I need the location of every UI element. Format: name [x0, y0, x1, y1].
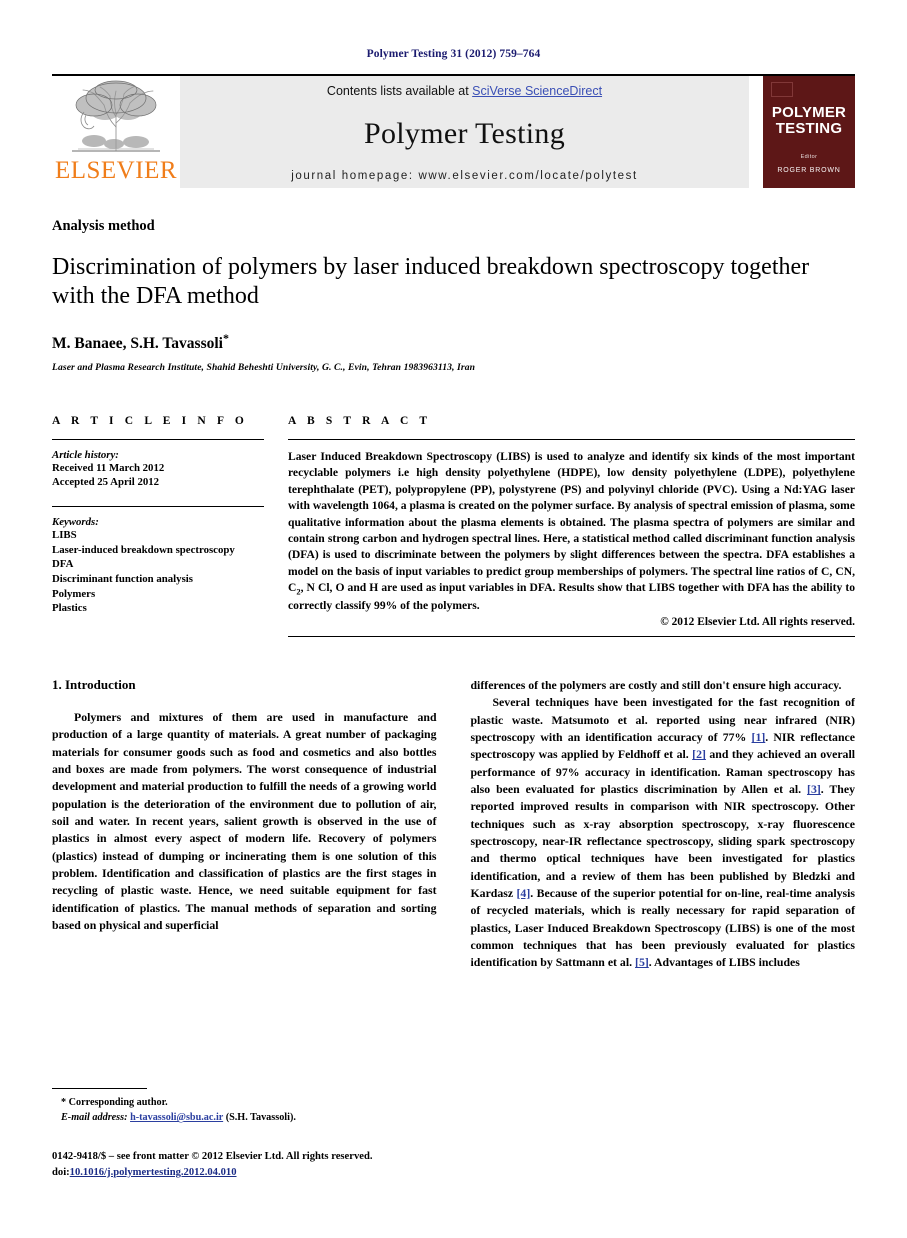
doi-label: doi:	[52, 1166, 70, 1178]
keyword-item: Discriminant function analysis	[52, 573, 193, 586]
abstract-rule-top	[288, 438, 855, 440]
article-content: Analysis method Discrimination of polyme…	[52, 218, 855, 972]
email-note: E-mail address: h-tavassoli@sbu.ac.ir (S…	[52, 1111, 428, 1126]
cover-publisher-badge	[771, 82, 793, 97]
abstract-text-part1: Laser Induced Breakdown Spectroscopy (LI…	[288, 449, 855, 595]
article-page: Polymer Testing 31 (2012) 759–764 ELSEVI…	[0, 0, 907, 1238]
article-history-label: Article history:	[52, 448, 119, 461]
contents-prefix: Contents lists available at	[326, 84, 473, 98]
elsevier-wordmark: ELSEVIER	[54, 157, 178, 184]
body-column-right: differences of the polymers are costly a…	[471, 677, 856, 972]
article-info-rule-mid	[52, 506, 264, 508]
corresponding-author-note: * Corresponding author.	[61, 1097, 168, 1109]
citation-link[interactable]: [4]	[517, 886, 531, 900]
publisher-bottom-matter: 0142-9418/$ – see front matter © 2012 El…	[52, 1149, 472, 1180]
introduction-heading: 1. Introduction	[52, 677, 136, 693]
article-history-received: Received 11 March 2012	[52, 461, 165, 474]
elsevier-tree-icon	[64, 79, 168, 157]
abstract-column: A B S T R A C T Laser Induced Breakdown …	[288, 414, 855, 638]
author-affiliation: Laser and Plasma Research Institute, Sha…	[52, 361, 476, 373]
keyword-item: Plastics	[52, 602, 87, 615]
article-info-rule-top	[52, 438, 264, 440]
paragraph-text-run: . They reported improved results in comp…	[470, 782, 856, 901]
corresponding-author-footnote: * Corresponding author. E-mail address: …	[52, 1088, 428, 1126]
author-names: M. Banaee, S.H. Tavassoli	[52, 334, 223, 352]
cover-title-line2: TESTING	[775, 119, 843, 137]
corresponding-author-marker: *	[222, 330, 229, 345]
article-section-kicker: Analysis method	[52, 218, 155, 234]
cover-title: POLYMER TESTING	[772, 105, 846, 136]
info-abstract-block: A R T I C L E I N F O Article history: R…	[52, 414, 855, 638]
cover-title-line1: POLYMER	[771, 104, 847, 121]
keyword-item: LIBS	[52, 529, 77, 542]
keyword-item: Laser-induced breakdown spectroscopy	[52, 543, 235, 556]
citation-link[interactable]: [3]	[807, 782, 821, 796]
body-two-column: 1. Introduction Polymers and mixtures of…	[52, 677, 855, 972]
abstract-copyright: © 2012 Elsevier Ltd. All rights reserved…	[660, 616, 855, 629]
citation-link[interactable]: [2]	[692, 747, 706, 761]
article-info-heading: A R T I C L E I N F O	[52, 414, 248, 427]
author-email-link[interactable]: h-tavassoli@sbu.ac.ir	[130, 1112, 223, 1123]
journal-homepage-line[interactable]: journal homepage: www.elsevier.com/locat…	[291, 170, 638, 182]
abstract-rule-bottom	[288, 636, 855, 638]
journal-cover-thumbnail: POLYMER TESTING Editor ROGER BROWN	[763, 76, 855, 188]
running-head: Polymer Testing 31 (2012) 759–764	[366, 48, 541, 60]
introduction-paragraph-2: Several techniques have been investigate…	[471, 694, 856, 971]
abstract-heading: A B S T R A C T	[288, 414, 432, 427]
article-history-accepted: Accepted 25 April 2012	[52, 476, 160, 489]
paragraph-text-run: . Advantages of LIBS includes	[648, 955, 800, 970]
introduction-paragraph-1: Polymers and mixtures of them are used i…	[52, 710, 437, 933]
author-list: M. Banaee, S.H. Tavassoli*	[52, 331, 855, 353]
journal-title: Polymer Testing	[363, 117, 565, 150]
body-column-left: 1. Introduction Polymers and mixtures of…	[52, 677, 437, 972]
keyword-item: Polymers	[52, 587, 96, 600]
issn-front-matter-line: 0142-9418/$ – see front matter © 2012 El…	[52, 1151, 373, 1163]
cover-editor-label: Editor	[800, 154, 818, 161]
journal-masthead: ELSEVIER Contents lists available at Sci…	[52, 74, 855, 188]
citation-link[interactable]: [5]	[635, 955, 649, 969]
doi-link[interactable]: 10.1016/j.polymertesting.2012.04.010	[70, 1167, 237, 1178]
citation-link[interactable]: [1]	[752, 730, 766, 744]
introduction-paragraph-1-continued: differences of the polymers are costly a…	[470, 678, 842, 693]
journal-banner: Contents lists available at SciVerse Sci…	[180, 76, 749, 188]
article-info-column: A R T I C L E I N F O Article history: R…	[52, 415, 288, 637]
keyword-item: DFA	[52, 558, 74, 571]
cover-editor-name: ROGER BROWN	[777, 167, 841, 175]
article-title: Discrimination of polymers by laser indu…	[52, 254, 810, 310]
keywords-label: Keywords:	[52, 516, 99, 529]
sciencedirect-link[interactable]: SciVerse ScienceDirect	[472, 84, 602, 98]
email-owner: (S.H. Tavassoli).	[225, 1112, 296, 1124]
elsevier-logo: ELSEVIER	[52, 76, 180, 188]
email-label: E-mail address:	[61, 1112, 128, 1124]
doi-line: doi:10.1016/j.polymertesting.2012.04.010	[52, 1165, 472, 1180]
contents-available-line: Contents lists available at SciVerse Sci…	[327, 84, 602, 98]
abstract-text: Laser Induced Breakdown Spectroscopy (LI…	[288, 449, 855, 614]
footnote-divider	[52, 1088, 147, 1090]
abstract-text-part2: , N Cl, O and H are used as input variab…	[288, 581, 855, 612]
